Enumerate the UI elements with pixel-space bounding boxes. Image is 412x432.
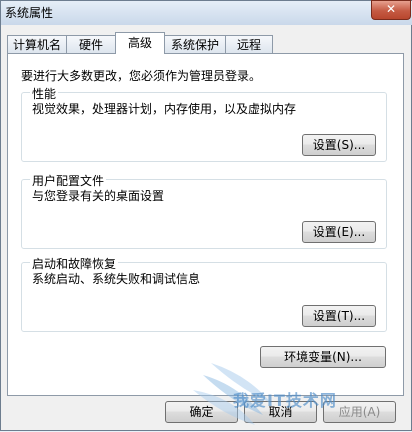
performance-settings-button[interactable]: 设置(S)...: [302, 134, 376, 156]
startup-recovery-settings-button[interactable]: 设置(T)...: [302, 305, 376, 327]
watermark-text: 我爱IT技术网: [233, 391, 337, 410]
tab-remote[interactable]: 远程: [225, 35, 273, 53]
tab-system-protection[interactable]: 系统保护: [164, 35, 226, 53]
startup-recovery-group: 启动和故障恢复 系统启动、系统失败和调试信息 设置(T)...: [21, 255, 387, 332]
user-profiles-group: 用户配置文件 与您登录有关的桌面设置 设置(E)...: [21, 172, 387, 249]
title-bar: 系统属性 ✕: [1, 0, 412, 25]
system-properties-window: 系统属性 ✕ 计算机名 硬件 高级 系统保护 远程 要进行大多数更改，您必须作为…: [0, 0, 412, 431]
window-title: 系统属性: [5, 6, 54, 20]
tab-hardware[interactable]: 硬件: [66, 35, 116, 53]
startup-recovery-desc: 系统启动、系统失败和调试信息: [32, 272, 201, 286]
close-button[interactable]: ✕: [371, 0, 411, 20]
tab-computer-name[interactable]: 计算机名: [7, 35, 67, 53]
tab-advanced[interactable]: 高级: [115, 32, 165, 54]
admin-note: 要进行大多数更改，您必须作为管理员登录。: [21, 69, 262, 83]
user-profiles-desc: 与您登录有关的桌面设置: [32, 189, 165, 203]
performance-group: 性能 视觉效果，处理器计划，内存使用，以及虚拟内存 设置(S)...: [21, 85, 387, 162]
performance-desc: 视觉效果，处理器计划，内存使用，以及虚拟内存: [32, 102, 297, 116]
user-profiles-settings-button[interactable]: 设置(E)...: [302, 221, 376, 243]
